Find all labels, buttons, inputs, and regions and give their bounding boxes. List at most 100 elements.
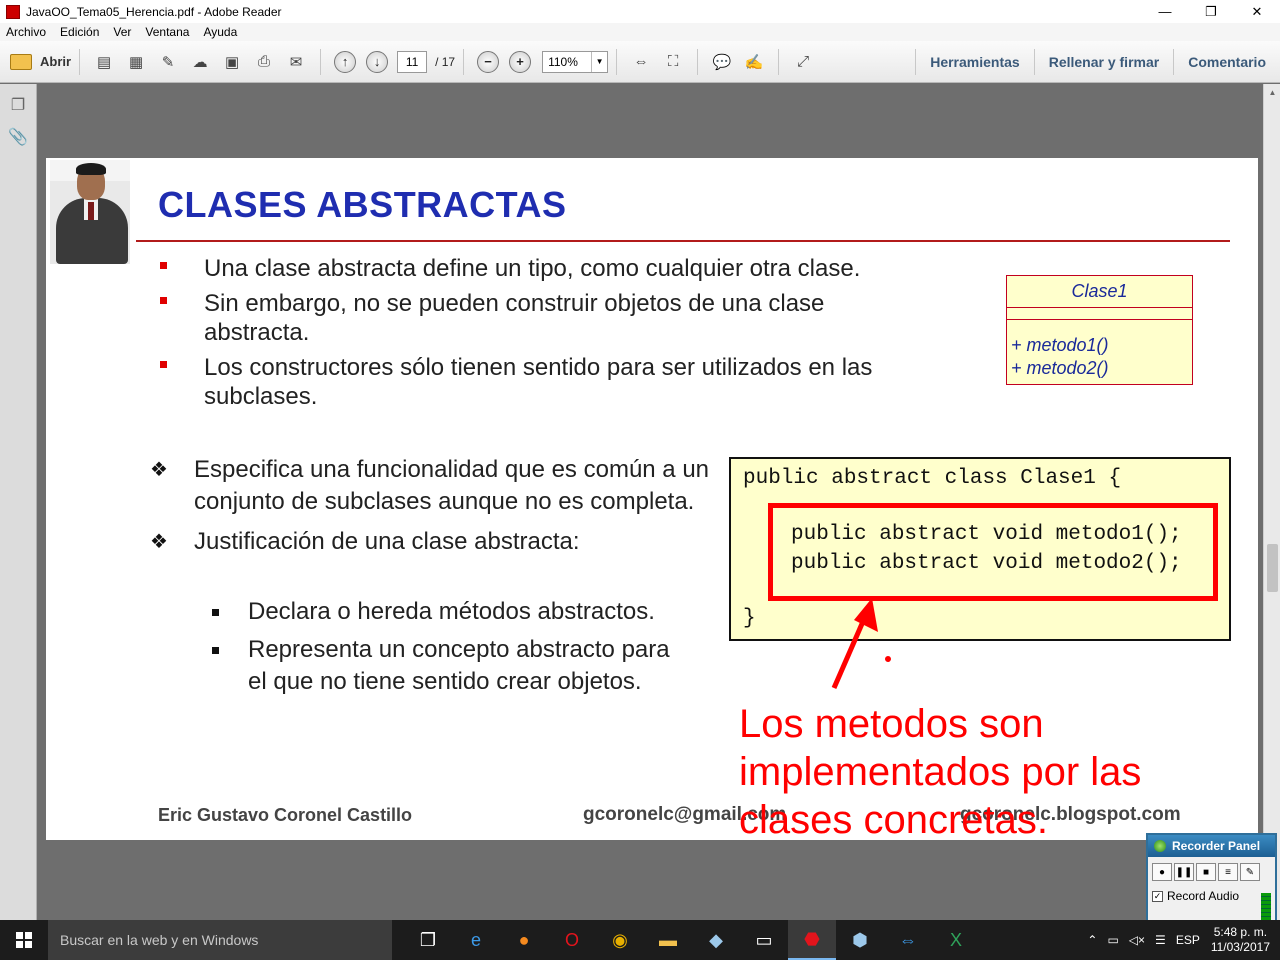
volume-icon[interactable]: ◁× — [1124, 933, 1150, 947]
toolbar-separator — [79, 48, 81, 75]
scrollbar-thumb[interactable] — [1267, 544, 1278, 592]
previous-page-button[interactable]: ↑ — [334, 50, 357, 73]
list-item: Una clase abstracta define un tipo, como… — [158, 254, 918, 283]
title-bar: JavaOO_Tema05_Herencia.pdf - Adobe Reade… — [0, 0, 1280, 23]
author-photo — [50, 160, 130, 264]
file-explorer-icon[interactable]: ▬ — [644, 920, 692, 960]
record-button[interactable]: ● — [1152, 863, 1172, 881]
fit-width-icon[interactable]: ⇔ — [629, 50, 653, 74]
open-label: Abrir — [40, 54, 72, 69]
list-item: Sin embargo, no se pueden construir obje… — [158, 289, 918, 347]
notepad-icon[interactable]: ◆ — [692, 920, 740, 960]
slide-title: CLASES ABSTRACTAS — [158, 184, 567, 225]
menu-edicion[interactable]: Edición — [60, 25, 99, 39]
fill-and-sign-link[interactable]: Rellenar y firmar — [1033, 49, 1174, 75]
pause-button[interactable]: ❚❚ — [1174, 863, 1194, 881]
virtualbox-icon[interactable]: ⬢ — [836, 920, 884, 960]
checkbox-icon[interactable]: ✓ — [1152, 890, 1163, 902]
list-item: Declara o hereda métodos abstractos. — [204, 596, 674, 628]
code-line: public abstract class Clase1 { — [743, 467, 1122, 490]
chevron-up-icon[interactable]: ⌃ — [1082, 933, 1102, 947]
adobe-reader-icon — [6, 4, 20, 19]
list-item: ❖ Especifica una funcionalidad que es com… — [150, 456, 710, 515]
firefox-icon[interactable]: ● — [500, 920, 548, 960]
create-pdf-icon[interactable]: ▤ — [92, 50, 116, 74]
highlight-icon[interactable]: ✍ — [742, 50, 766, 74]
opera-icon[interactable]: O — [548, 920, 596, 960]
toolbar: Abrir ▤ ▦ ✎ ☁ ▣ ⎙ ✉ ↑ ↓ 11 / 17 − + 110%… — [0, 41, 1280, 83]
menu-ventana[interactable]: Ventana — [145, 25, 189, 39]
adobe-reader-taskbar-icon[interactable]: ⬣ — [788, 920, 836, 960]
code-line: } — [743, 607, 756, 630]
notifications-icon[interactable]: ☰ — [1150, 933, 1171, 947]
annotation-arrow — [831, 598, 891, 689]
save-icon[interactable]: ▣ — [220, 50, 244, 74]
window-controls: — ❐ ✕ — [1142, 0, 1280, 23]
chevron-down-icon[interactable]: ▼ — [591, 51, 607, 72]
zoom-in-button[interactable]: + — [509, 50, 532, 73]
task-view-icon[interactable]: ❐ — [404, 920, 452, 960]
zoom-value: 110% — [548, 54, 578, 69]
menu-ver[interactable]: Ver — [113, 25, 131, 39]
taskbar: Buscar en la web y en Windows ❐ e ● O ◉ … — [0, 920, 1280, 960]
cloud-upload-icon[interactable]: ☁ — [188, 50, 212, 74]
open-button[interactable]: Abrir — [10, 53, 72, 70]
fit-page-icon[interactable]: ⛶ — [661, 50, 685, 74]
scroll-up-arrow[interactable]: ▲ — [1267, 88, 1278, 97]
vertical-scrollbar[interactable]: ▲ ▼ — [1263, 84, 1280, 920]
toolbar-separator — [320, 48, 322, 75]
comment-link[interactable]: Comentario — [1173, 49, 1280, 75]
menu-bar: Archivo Edición Ver Ventana Ayuda — [0, 23, 1280, 41]
page-total: / 17 — [435, 54, 456, 69]
export-pdf-icon[interactable]: ▦ — [124, 50, 148, 74]
chrome-icon[interactable]: ◉ — [596, 920, 644, 960]
uml-operations: + metodo1() + metodo2() — [1011, 335, 1109, 378]
page-number-input[interactable]: 11 — [397, 50, 428, 73]
attachments-icon[interactable]: 📎 — [8, 126, 28, 148]
print-icon[interactable]: ⎙ — [252, 50, 276, 74]
annotation-text: Los metodos son implementados por las cl… — [739, 702, 1142, 842]
globe-icon — [1154, 840, 1166, 852]
close-button[interactable]: ✕ — [1234, 0, 1280, 23]
zoom-out-button[interactable]: − — [477, 50, 500, 73]
list-item: Representa un concepto abstracto para el… — [204, 634, 674, 698]
zoom-select[interactable]: 110% ▼ — [542, 50, 609, 73]
stop-button[interactable]: ■ — [1196, 863, 1216, 881]
pen-icon[interactable]: ✎ — [1240, 863, 1260, 881]
record-audio-toggle[interactable]: ✓ Record Audio — [1152, 889, 1271, 903]
navigation-pane: ❐ 📎 — [0, 84, 37, 920]
network-icon[interactable]: ▭ — [1102, 933, 1123, 947]
toolbar-separator — [697, 48, 699, 75]
terminal-icon[interactable]: ▭ — [740, 920, 788, 960]
search-input[interactable]: Buscar en la web y en Windows — [48, 920, 392, 960]
language-indicator[interactable]: ESP — [1171, 933, 1205, 947]
folder-icon — [10, 53, 32, 70]
title-divider — [136, 240, 1230, 242]
edge-icon[interactable]: e — [452, 920, 500, 960]
email-icon[interactable]: ✉ — [284, 50, 308, 74]
recorder-header: Recorder Panel — [1148, 835, 1275, 857]
page-thumbnails-icon[interactable]: ❐ — [8, 94, 28, 116]
teamviewer-icon[interactable]: ⇔ — [884, 920, 932, 960]
uml-class-name: Clase1 — [1007, 276, 1192, 308]
settings-icon[interactable]: ≡ — [1218, 863, 1238, 881]
next-page-button[interactable]: ↓ — [366, 50, 389, 73]
annotation-highlight-box — [768, 503, 1218, 601]
system-tray: ⌃ ▭ ◁× ☰ ESP 5:48 p. m. 11/03/2017 — [1082, 920, 1280, 960]
fullscreen-icon[interactable]: ⤢ — [791, 50, 815, 74]
minimize-button[interactable]: — — [1142, 0, 1188, 23]
windows-logo-icon — [16, 932, 32, 948]
clock[interactable]: 5:48 p. m. 11/03/2017 — [1205, 925, 1280, 955]
start-button[interactable] — [0, 920, 48, 960]
maximize-button[interactable]: ❐ — [1188, 0, 1234, 23]
excel-icon[interactable]: X — [932, 920, 980, 960]
diamond-bullet-icon: ❖ — [150, 459, 168, 481]
taskbar-apps: ❐ e ● O ◉ ▬ ◆ ▭ ⬣ ⬢ ⇔ X — [404, 920, 980, 960]
comment-icon[interactable]: 💬 — [710, 50, 734, 74]
menu-ayuda[interactable]: Ayuda — [203, 25, 237, 39]
diamond-bullet-icon: ❖ — [150, 531, 168, 553]
tools-link[interactable]: Herramientas — [915, 49, 1034, 75]
list-item: Los constructores sólo tienen sentido pa… — [158, 353, 918, 411]
edit-pdf-icon[interactable]: ✎ — [156, 50, 180, 74]
menu-archivo[interactable]: Archivo — [6, 25, 46, 39]
